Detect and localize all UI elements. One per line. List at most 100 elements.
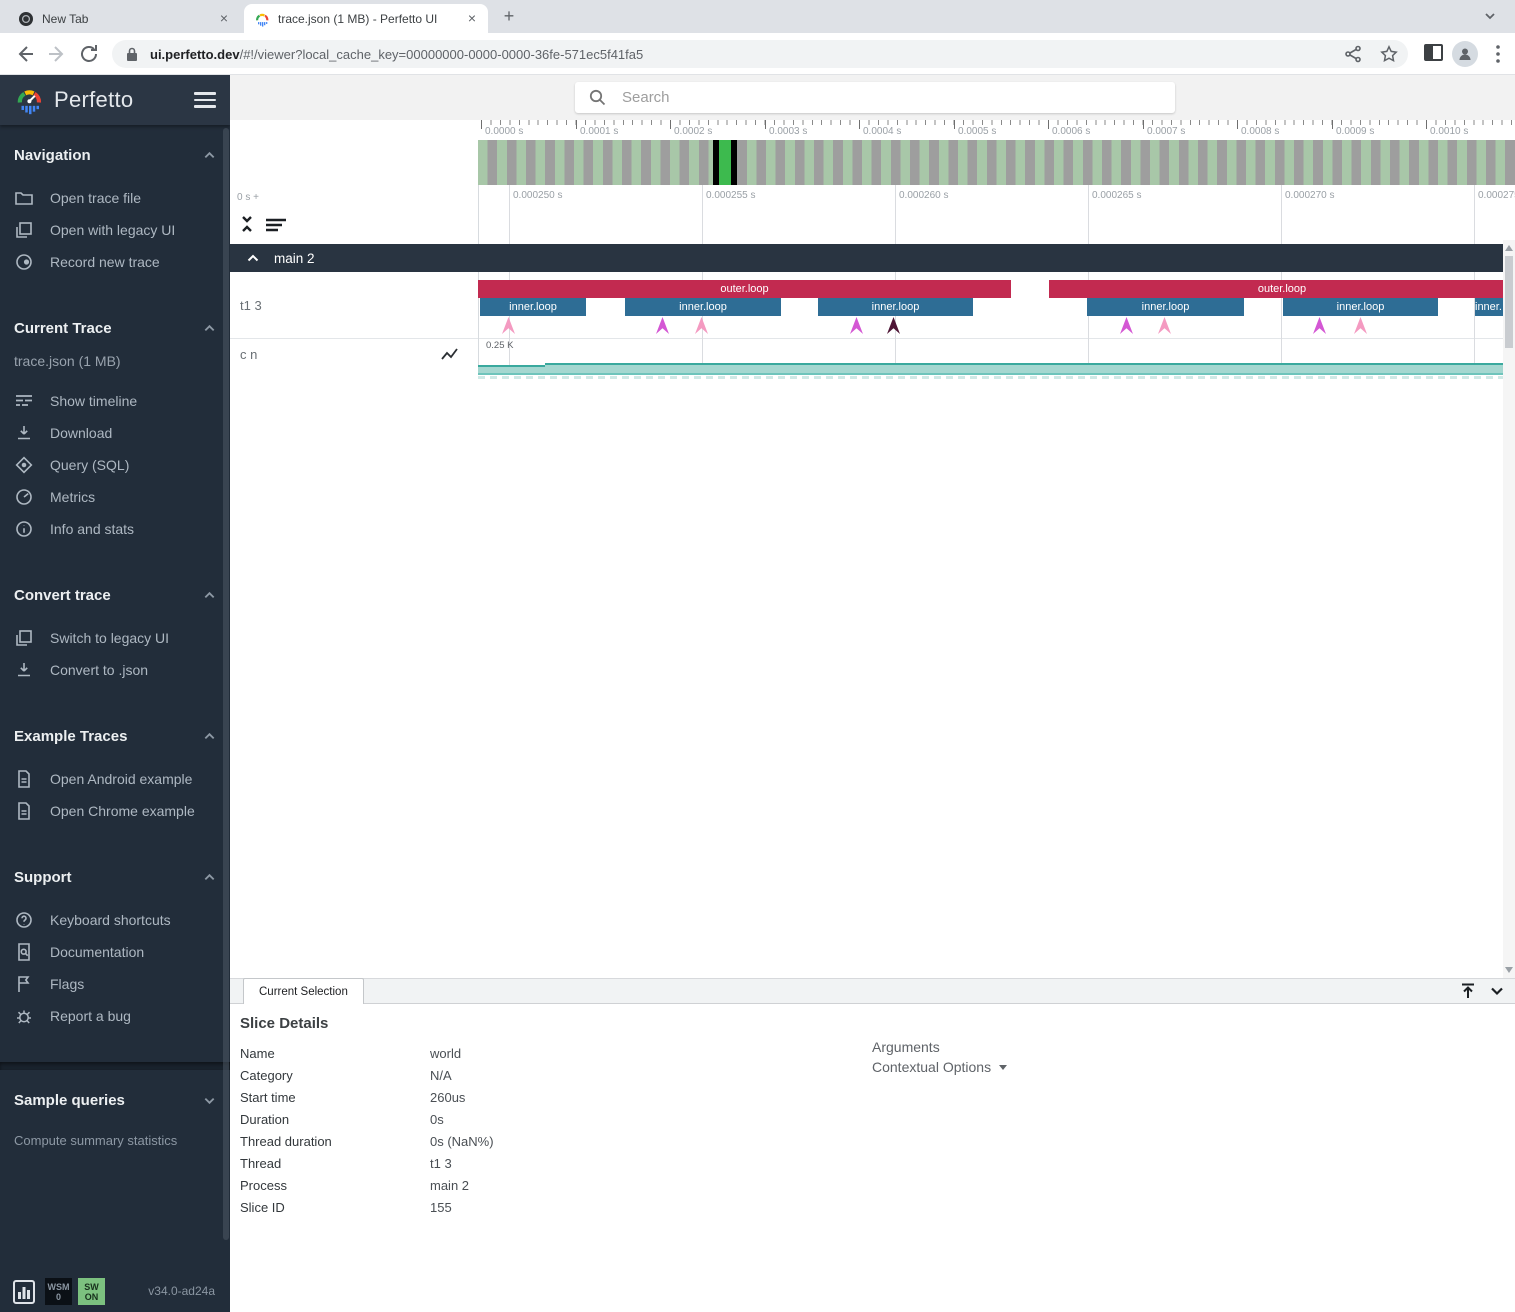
sidebar-item-open-trace-file[interactable]: Open trace file: [0, 182, 230, 214]
details-value: 0s (NaN%): [430, 1134, 494, 1149]
slice-outer-loop[interactable]: outer.loop: [1049, 280, 1515, 298]
close-icon[interactable]: ×: [216, 11, 232, 27]
collapse-tracks-icon[interactable]: [239, 214, 255, 234]
slice-inner-loop[interactable]: inner.loop: [818, 298, 973, 316]
section-items: Open trace fileOpen with legacy UIRecord…: [0, 182, 230, 278]
slice-inner-loop[interactable]: inner.loop: [625, 298, 781, 316]
side-panel-icon[interactable]: [1424, 44, 1443, 61]
share-icon[interactable]: [1344, 45, 1362, 63]
scrollbar-thumb[interactable]: [1505, 256, 1513, 348]
wsm-status-badge: WSM0: [45, 1278, 72, 1305]
slice-inner-loop[interactable]: inner.loop: [1087, 298, 1244, 316]
forward-icon[interactable]: [46, 43, 68, 65]
counter-band-segment[interactable]: [545, 363, 1515, 373]
sidebar-item-label: Query (SQL): [50, 457, 129, 473]
back-icon[interactable]: [14, 43, 36, 65]
sidebar-item-compute-summary-statistics[interactable]: Compute summary statistics: [0, 1127, 230, 1153]
slice-inner-loop[interactable]: inner.loop: [480, 298, 586, 316]
hamburger-menu-icon[interactable]: [194, 88, 216, 112]
details-row-name: Nameworld: [240, 1042, 494, 1064]
viewport-edge-right[interactable]: [731, 140, 737, 185]
browser-tab-new-tab[interactable]: New Tab ×: [8, 4, 240, 33]
counter-band-segment[interactable]: [478, 365, 545, 373]
bug-icon: [14, 1006, 34, 1026]
sidebar-item-label: Show timeline: [50, 393, 137, 409]
close-icon[interactable]: ×: [464, 11, 480, 27]
sidebar-item-query-sql[interactable]: Query (SQL): [0, 449, 230, 481]
section-title-label: Sample queries: [14, 1092, 125, 1109]
overview-minimap[interactable]: [230, 140, 1515, 185]
scroll-up-arrow-icon[interactable]: [1505, 245, 1513, 251]
metrics-icon: [14, 487, 34, 507]
vertical-scrollbar[interactable]: [1503, 240, 1515, 978]
sidebar-item-open-chrome-example[interactable]: Open Chrome example: [0, 795, 230, 827]
contextual-options-dropdown[interactable]: Contextual Options: [872, 1058, 1007, 1077]
details-label: Duration: [240, 1112, 430, 1127]
sort-tracks-icon[interactable]: [265, 218, 287, 232]
sidebar-item-report-a-bug[interactable]: Report a bug: [0, 1000, 230, 1032]
trace-stats-icon[interactable]: [13, 1280, 35, 1304]
download-icon: [14, 660, 34, 680]
sidebar-item-label: Open Chrome example: [50, 803, 195, 819]
group-title: main 2: [274, 251, 315, 266]
sidebar-scrollbar[interactable]: [223, 128, 229, 1240]
chevron-down-icon: [203, 1094, 216, 1107]
slice-outer-loop[interactable]: outer.loop: [478, 280, 1011, 298]
minimap-viewport-handle[interactable]: [713, 140, 737, 185]
section-title-sample-queries[interactable]: Sample queries: [0, 1080, 230, 1117]
sidebar-item-label: Report a bug: [50, 1008, 131, 1024]
file-icon: [14, 801, 34, 821]
kebab-menu-icon[interactable]: [1489, 42, 1507, 66]
sidebar-section-support: Support Keyboard shortcutsDocumentationFl…: [0, 857, 230, 1032]
section-title-label: Support: [14, 869, 72, 886]
details-value: 260us: [430, 1090, 465, 1105]
browser-tab-perfetto[interactable]: trace.json (1 MB) - Perfetto UI ×: [244, 4, 488, 33]
section-title-current-trace[interactable]: Current Trace: [0, 308, 230, 345]
chevron-down-icon[interactable]: [1489, 983, 1505, 999]
trace-file-name: trace.json (1 MB): [0, 345, 230, 375]
chevron-up-icon: [203, 871, 216, 884]
chevron-down-icon[interactable]: [1483, 9, 1497, 23]
section-title-convert-trace[interactable]: Convert trace: [0, 575, 230, 612]
sidebar-item-download[interactable]: Download: [0, 417, 230, 449]
sidebar-item-label: Metrics: [50, 489, 95, 505]
section-title-navigation[interactable]: Navigation: [0, 135, 230, 172]
minimap-stripes: [478, 140, 1515, 185]
scroll-down-arrow-icon[interactable]: [1505, 967, 1513, 973]
sidebar-item-record-new-trace[interactable]: Record new trace: [0, 246, 230, 278]
avatar[interactable]: [1452, 41, 1478, 67]
tab-current-selection[interactable]: Current Selection: [243, 978, 364, 1005]
query-icon: [14, 455, 34, 475]
section-title-example-traces[interactable]: Example Traces: [0, 716, 230, 753]
sidebar-item-documentation[interactable]: Documentation: [0, 936, 230, 968]
bookmark-star-icon[interactable]: [1380, 45, 1398, 63]
expand-panel-icon[interactable]: [1459, 982, 1477, 1000]
new-tab-button[interactable]: +: [498, 6, 520, 28]
tab-title: trace.json (1 MB) - Perfetto UI: [278, 12, 464, 26]
sidebar-item-metrics[interactable]: Metrics: [0, 481, 230, 513]
section-title-support[interactable]: Support: [0, 857, 230, 894]
brand-title: Perfetto: [54, 87, 133, 113]
lock-icon: [126, 47, 138, 62]
search-input[interactable]: Search: [575, 82, 1175, 113]
sidebar-item-show-timeline[interactable]: Show timeline: [0, 385, 230, 417]
sidebar-item-switch-to-legacy-ui[interactable]: Switch to legacy UI: [0, 622, 230, 654]
sidebar-item-open-android-example[interactable]: Open Android example: [0, 763, 230, 795]
url-bar[interactable]: ui.perfetto.dev/#!/viewer?local_cache_ke…: [112, 40, 1408, 68]
slice-inner-loop[interactable]: inner.loop: [1283, 298, 1438, 316]
sidebar-item-label: Open Android example: [50, 771, 192, 787]
download-icon: [14, 423, 34, 443]
file-icon: [14, 769, 34, 789]
process-group-header-main-2[interactable]: main 2: [230, 244, 1503, 272]
sidebar-item-keyboard-shortcuts[interactable]: Keyboard shortcuts: [0, 904, 230, 936]
sidebar-item-info-and-stats[interactable]: Info and stats: [0, 513, 230, 545]
sidebar-item-flags[interactable]: Flags: [0, 968, 230, 1000]
sidebar-item-open-with-legacy-ui[interactable]: Open with legacy UI: [0, 214, 230, 246]
sidebar-sections: Navigation Open trace fileOpen with legac…: [0, 125, 230, 1153]
viewport-window[interactable]: [719, 140, 731, 185]
sidebar-item-label: Info and stats: [50, 521, 134, 537]
reload-icon[interactable]: [78, 43, 100, 65]
time-ruler: 0.0000 s0.0001 s0.0002 s0.0003 s0.0004 s…: [230, 120, 1515, 140]
sidebar-item-convert-to-json[interactable]: Convert to .json: [0, 654, 230, 686]
counter-baseline: [478, 373, 1515, 375]
